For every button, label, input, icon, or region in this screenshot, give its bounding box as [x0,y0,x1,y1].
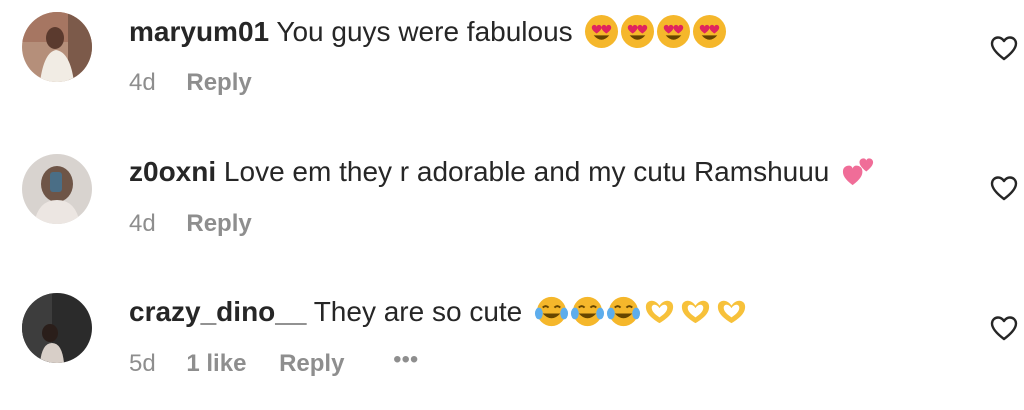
reply-button[interactable]: Reply [279,350,344,377]
comment-line: maryum01 You guys were fabulous [129,15,727,51]
comment-item: maryum01 You guys were fabulous 4d Reply [0,0,1024,130]
comment-text: Love em they r adorable and my cutu Rams… [223,156,830,187]
avatar[interactable] [22,12,92,82]
tears-of-joy-emoji-icon [534,294,569,329]
heart-eyes-emoji-icon [656,14,691,49]
two-hearts-emoji-icon [841,154,876,189]
comment-line: crazy_dino__ They are so cute [129,295,749,331]
tears-of-joy-emoji-icon [570,294,605,329]
comment-time: 5d [129,350,156,377]
heart-eyes-emoji-icon [692,14,727,49]
avatar[interactable] [22,293,92,363]
comment-username[interactable]: crazy_dino__ [129,296,306,327]
heart-eyes-emoji-icon [584,14,619,49]
tears-of-joy-emoji-icon [606,294,641,329]
likes-count-link[interactable]: 1 like [186,350,246,377]
comment-username[interactable]: maryum01 [129,16,269,47]
comment-line: z0oxni Love em they r adorable and my cu… [129,155,876,191]
more-options-icon[interactable]: ••• [393,345,418,375]
heart-eyes-emoji-icon [620,14,655,49]
comment-username[interactable]: z0oxni [129,156,216,187]
comment-meta: 4d Reply [129,68,252,98]
comment-time: 4d [129,210,156,237]
comment-item: crazy_dino__ They are so cute 5d 1 like … [0,280,1024,410]
avatar[interactable] [22,154,92,224]
comment-text: You guys were fabulous [276,16,573,47]
emoji-group [534,294,749,329]
emoji-group [584,14,727,49]
comment-meta: 5d 1 like Reply ••• [129,346,418,379]
like-heart-icon[interactable] [990,35,1018,61]
comment-time: 4d [129,69,156,96]
comment-meta: 4d Reply [129,209,252,239]
like-heart-icon[interactable] [990,175,1018,201]
reply-button[interactable]: Reply [186,210,251,237]
heart-hands-emoji-icon [642,294,677,329]
emoji-group [841,154,876,189]
reply-button[interactable]: Reply [186,69,251,96]
comment-text: They are so cute [313,296,523,327]
heart-hands-emoji-icon [714,294,749,329]
like-heart-icon[interactable] [990,315,1018,341]
comment-item: z0oxni Love em they r adorable and my cu… [0,140,1024,270]
heart-hands-emoji-icon [678,294,713,329]
